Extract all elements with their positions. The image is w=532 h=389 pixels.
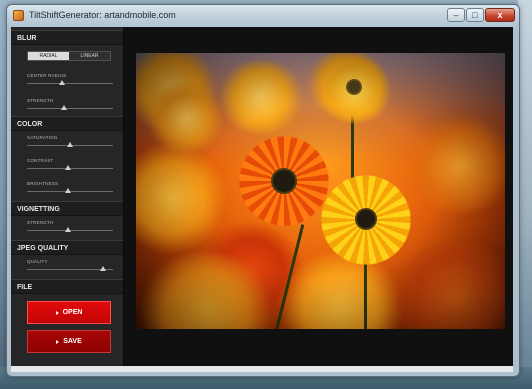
saturation-thumb[interactable] <box>67 142 73 147</box>
brightness-slider[interactable] <box>27 188 113 193</box>
window-controls: – □ x <box>447 8 515 22</box>
quality-slider[interactable] <box>27 266 113 271</box>
contrast-thumb[interactable] <box>65 165 72 170</box>
play-arrow-icon <box>55 310 59 315</box>
close-button[interactable]: x <box>485 8 515 22</box>
center-radius-label: CENTER RADIUS <box>27 73 67 78</box>
open-button-label: OPEN <box>62 309 83 316</box>
app-icon <box>13 10 24 21</box>
blur-strength-slider[interactable] <box>27 105 113 110</box>
center-radius-thumb[interactable] <box>59 80 66 85</box>
quality-thumb[interactable] <box>99 266 106 271</box>
blur-strength-thumb[interactable] <box>60 105 67 110</box>
quality-label: QUALITY <box>27 259 48 264</box>
maximize-button[interactable]: □ <box>466 8 484 22</box>
brightness-thumb[interactable] <box>65 188 72 193</box>
blur-mode-toggle: RADIAL LINEAR <box>27 51 111 61</box>
vignetting-strength-thumb[interactable] <box>65 227 72 232</box>
window-title: TiltShiftGenerator: artandmobile.com <box>29 10 176 20</box>
jpeg-quality-section-header: JPEG QUALITY <box>11 240 123 255</box>
blur-strength-label: STRENGTH <box>27 98 54 103</box>
contrast-slider[interactable] <box>27 165 113 170</box>
save-button-label: SAVE <box>63 338 82 345</box>
blur-section-header: BLUR <box>11 30 123 45</box>
minimize-button[interactable]: – <box>447 8 465 22</box>
vignetting-strength-label: STRENGTH <box>27 220 54 225</box>
open-button[interactable]: OPEN <box>27 301 111 324</box>
image-preview[interactable] <box>136 53 505 329</box>
vignetting-strength-slider[interactable] <box>27 227 113 232</box>
save-button[interactable]: SAVE <box>27 330 111 353</box>
center-radius-slider[interactable] <box>27 80 113 85</box>
app-window: TiltShiftGenerator: artandmobile.com – □… <box>6 4 520 377</box>
title-bar[interactable]: TiltShiftGenerator: artandmobile.com – □… <box>7 5 519 27</box>
linear-mode-button[interactable]: LINEAR <box>69 52 110 60</box>
vignetting-section-header: VIGNETTING <box>11 201 123 216</box>
play-arrow-icon <box>56 339 60 344</box>
brightness-label: BRIGHTNESS <box>27 181 59 186</box>
desktop-background-right <box>518 0 532 389</box>
status-bar <box>11 366 513 372</box>
vignette-overlay <box>136 53 505 329</box>
color-section-header: COLOR <box>11 116 123 131</box>
radial-mode-button[interactable]: RADIAL <box>28 52 69 60</box>
file-section-header: FILE <box>11 279 123 294</box>
contrast-label: CONTRAST <box>27 158 54 163</box>
saturation-label: SATURATION <box>27 135 58 140</box>
app-client-area: BLUR RADIAL LINEAR CENTER RADIUS STRENGT… <box>11 27 513 366</box>
controls-panel: BLUR RADIAL LINEAR CENTER RADIUS STRENGT… <box>11 27 124 366</box>
saturation-slider[interactable] <box>27 142 113 147</box>
